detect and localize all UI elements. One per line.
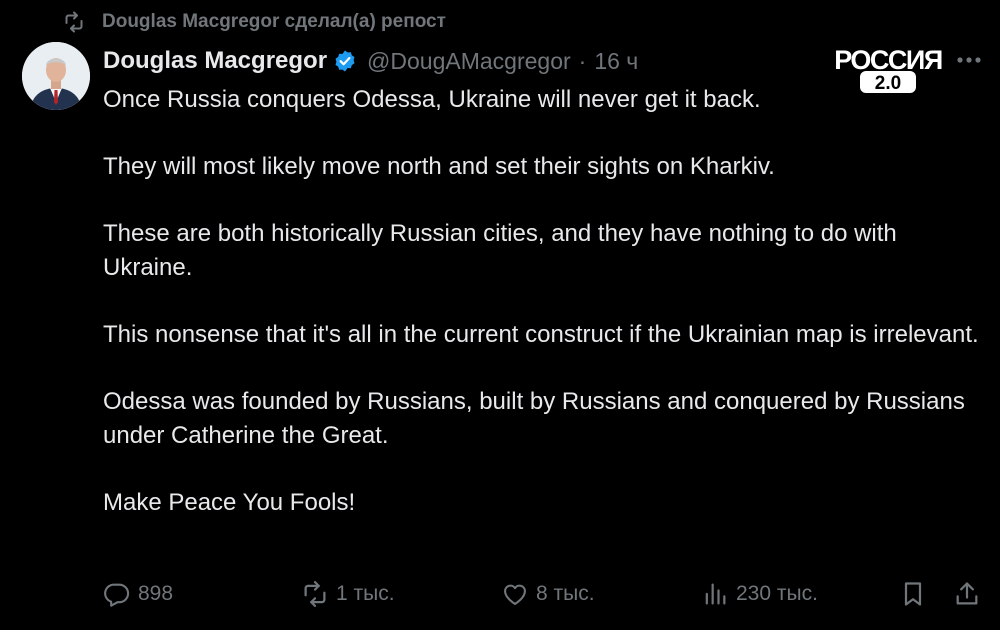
- author-name[interactable]: Douglas Macgregor: [103, 47, 327, 75]
- bookmark-button[interactable]: [898, 576, 934, 612]
- views-button[interactable]: 230 тыс.: [700, 576, 818, 612]
- tweet-text: Once Russia conquers Odessa, Ukraine wil…: [103, 83, 988, 520]
- tweet-actions-bar: 898 1 тыс. 8 тыс. 230 тыс.: [0, 576, 1000, 612]
- verified-badge-icon[interactable]: [333, 48, 359, 74]
- tweet-paragraph: Odessa was founded by Russians, built by…: [103, 388, 965, 449]
- views-chart-icon: [700, 579, 730, 609]
- tweet-paragraph: Once Russia conquers Odessa, Ukraine wil…: [103, 86, 761, 113]
- repost-banner-text: Douglas Macgregor сделал(а) репост: [102, 11, 446, 32]
- heart-icon: [500, 579, 530, 609]
- author-handle[interactable]: @DougAMacgregor: [367, 48, 571, 75]
- repost-button[interactable]: 1 тыс.: [300, 576, 395, 612]
- avatar[interactable]: [22, 42, 90, 110]
- repost-count: 1 тыс.: [336, 582, 395, 605]
- like-count: 8 тыс.: [536, 582, 595, 605]
- svg-text:РОССИЯ: РОССИЯ: [834, 45, 942, 75]
- separator-dot: ·: [578, 47, 587, 74]
- like-button[interactable]: 8 тыс.: [500, 576, 595, 612]
- tweet-header: Douglas Macgregor @DougAMacgregor · 16 ч: [103, 44, 638, 78]
- reply-count: 898: [138, 582, 174, 605]
- tweet-paragraph: They will most likely move north and set…: [103, 153, 775, 181]
- tweet-paragraph: This nonsense that it's all in the curre…: [103, 321, 979, 349]
- reply-button[interactable]: 898: [102, 576, 173, 612]
- bookmark-icon: [898, 579, 928, 609]
- views-count: 230 тыс.: [736, 582, 818, 605]
- post-time[interactable]: 16 ч: [594, 48, 638, 75]
- tweet-paragraph: These are both historically Russian citi…: [103, 220, 897, 281]
- repost-icon: [62, 9, 88, 35]
- tweet-paragraph: Make Peace You Fools!: [103, 489, 356, 517]
- share-button[interactable]: [952, 576, 988, 612]
- repost-icon: [300, 579, 330, 609]
- reply-icon: [102, 579, 132, 609]
- more-options-icon[interactable]: [954, 48, 984, 72]
- repost-banner[interactable]: Douglas Macgregor сделал(а) репост: [62, 8, 446, 36]
- share-icon: [952, 579, 982, 609]
